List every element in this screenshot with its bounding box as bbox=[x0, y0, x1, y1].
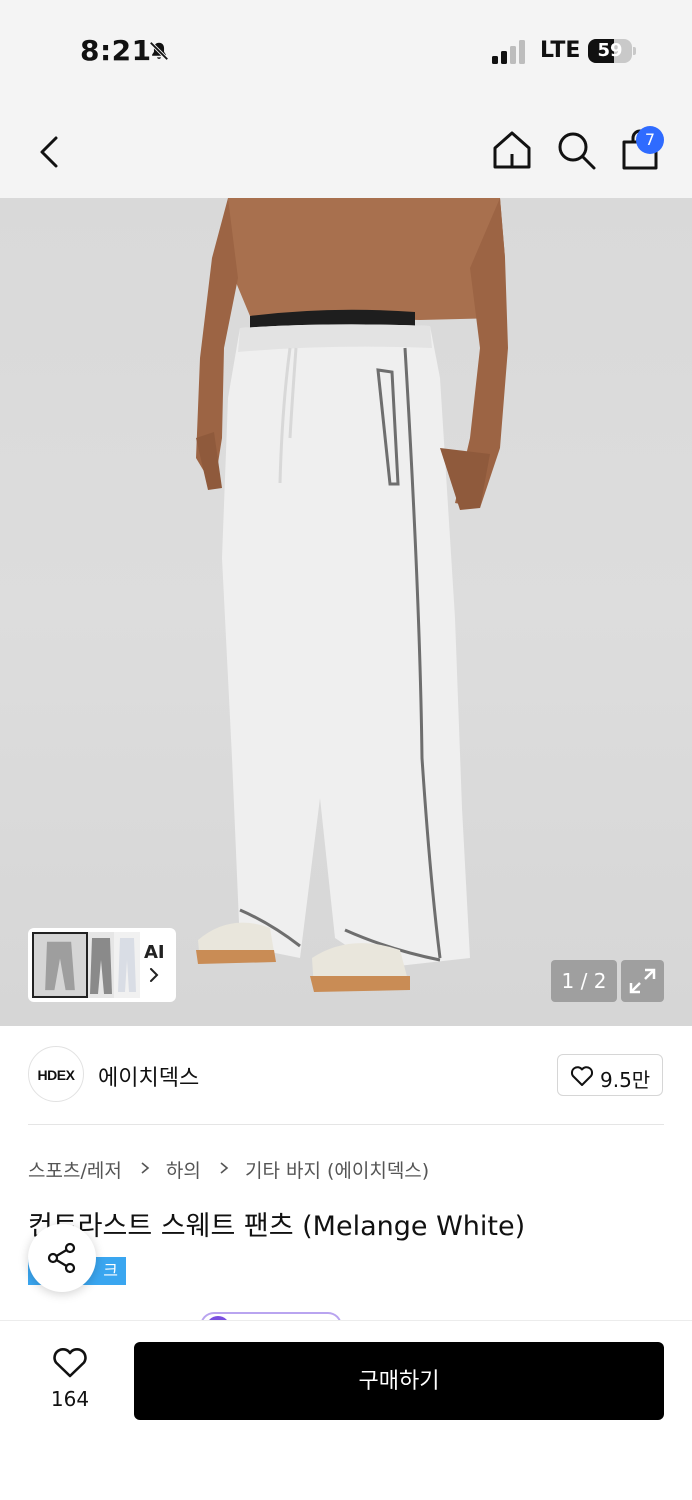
bottom-action-bar: 164 구매하기 bbox=[0, 1320, 692, 1500]
buy-button[interactable]: 구매하기 bbox=[134, 1342, 664, 1420]
signal-icon bbox=[492, 40, 525, 64]
share-button[interactable] bbox=[28, 1224, 96, 1292]
status-bar: 8:21 LTE 59 bbox=[0, 0, 692, 100]
expand-icon bbox=[629, 968, 656, 994]
brand-like-button[interactable]: 9.5만 bbox=[557, 1054, 663, 1096]
thumbnail-image[interactable] bbox=[114, 932, 140, 998]
share-icon bbox=[47, 1242, 76, 1274]
expand-button[interactable] bbox=[621, 960, 664, 1002]
divider bbox=[28, 1124, 664, 1125]
ai-label: AI bbox=[144, 942, 165, 963]
chevron-right-icon bbox=[220, 1162, 229, 1174]
chevron-right-icon bbox=[150, 968, 159, 982]
ai-recommendation-thumbnails[interactable]: AI bbox=[28, 928, 176, 1002]
heart-icon[interactable] bbox=[52, 1347, 88, 1379]
brand-logo[interactable]: HDEX bbox=[28, 1046, 84, 1102]
thumbnail-image[interactable] bbox=[88, 932, 114, 998]
cart-count-badge: 7 bbox=[636, 126, 664, 154]
top-nav bbox=[0, 100, 692, 198]
product-photo bbox=[196, 198, 508, 992]
chevron-left-icon[interactable] bbox=[30, 130, 74, 174]
heart-icon bbox=[570, 1066, 594, 1086]
thumbnail-image[interactable] bbox=[32, 932, 88, 998]
breadcrumb-item[interactable]: 하의 bbox=[166, 1156, 201, 1183]
chevron-right-icon bbox=[141, 1162, 150, 1174]
product-title: 컨트라스트 스웨트 팬츠 (Melange White) bbox=[28, 1211, 526, 1242]
brand-like-count: 9.5만 bbox=[600, 1068, 651, 1092]
network-type: LTE bbox=[540, 38, 581, 63]
status-time: 8:21 bbox=[80, 34, 152, 67]
breadcrumb-item[interactable]: 스포츠/레저 bbox=[28, 1156, 122, 1183]
brand-row[interactable]: HDEX 에이치덱스 9.5만 bbox=[0, 1026, 692, 1126]
search-icon[interactable] bbox=[554, 128, 598, 172]
battery-cap bbox=[633, 47, 636, 55]
product-image-gallery[interactable]: AI 1 / 2 bbox=[0, 198, 692, 1026]
brand-name[interactable]: 에이치덱스 bbox=[98, 1060, 199, 1092]
bell-slash-icon bbox=[149, 41, 169, 61]
battery-icon: 59 bbox=[588, 39, 632, 63]
breadcrumb-item[interactable]: 기타 바지 (에이치덱스) bbox=[245, 1156, 429, 1183]
breadcrumb: 스포츠/레저 하의 기타 바지 (에이치덱스) bbox=[28, 1156, 429, 1182]
image-page-indicator: 1 / 2 bbox=[551, 960, 617, 1002]
battery-percent: 59 bbox=[597, 40, 623, 61]
wishlist-count: 164 bbox=[50, 1387, 90, 1411]
home-icon[interactable] bbox=[490, 128, 534, 172]
